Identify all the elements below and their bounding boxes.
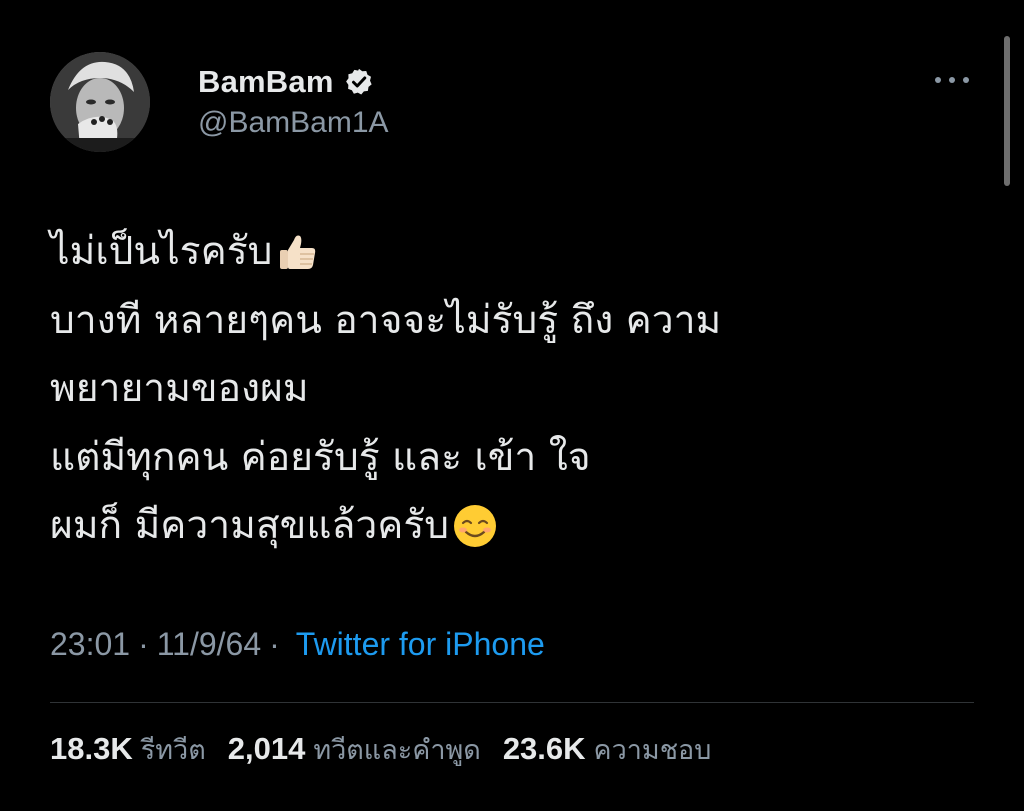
tweet-line-text: แต่มีทุกคน ค่อยรับรู้ และ เข้า ใจ	[50, 434, 591, 480]
display-name[interactable]: BamBam	[198, 64, 334, 100]
profile-photo	[50, 52, 150, 152]
thumbs-up-icon	[274, 228, 322, 276]
smiling-face-icon	[451, 502, 499, 550]
tweet-line: แต่มีทุกคน ค่อยรับรู้ และ เข้า ใจ	[50, 424, 950, 493]
author-name-row[interactable]: BamBam	[198, 62, 374, 102]
tweet-source-link[interactable]: Twitter for iPhone	[296, 626, 545, 663]
tweet-text: ไม่เป็นไรครับ บางที หลายๆคน อาจจะไม่รับร…	[50, 218, 950, 561]
tweet-line-text: พยายามของผม	[50, 366, 309, 411]
verified-badge-icon	[344, 67, 374, 97]
tweet-line-text: ไม่เป็นไรครับ	[50, 229, 273, 274]
meta-separator: ·	[269, 626, 280, 662]
retweets-label[interactable]: รีทวีต	[141, 728, 206, 771]
retweets-count[interactable]: 18.3K	[50, 731, 133, 767]
meta-separator: ·	[138, 626, 149, 662]
user-handle[interactable]: @BamBam1A	[198, 106, 389, 140]
tweet-line-text: บางที หลายๆคน อาจจะไม่รับรู้ ถึง ความ	[50, 297, 722, 343]
avatar[interactable]	[50, 52, 150, 152]
scrollbar[interactable]	[1004, 36, 1010, 186]
tweet-line-text: ผมก็ มีความสุขแล้วครับ	[50, 503, 450, 548]
tweet-meta: 23:01 · 11/9/64 · Twitter for iPhone	[50, 626, 545, 663]
tweet-time[interactable]: 23:01	[50, 626, 130, 663]
tweet-line: บางที หลายๆคน อาจจะไม่รับรู้ ถึง ความ	[50, 287, 950, 356]
tweet-line: ไม่เป็นไรครับ	[50, 218, 950, 287]
quotes-label[interactable]: ทวีตและคำพูด	[313, 728, 481, 771]
tweet-line: ผมก็ มีความสุขแล้วครับ	[50, 492, 950, 561]
quotes-count[interactable]: 2,014	[228, 731, 306, 767]
more-options-icon[interactable]	[930, 66, 974, 94]
likes-label[interactable]: ความชอบ	[594, 728, 712, 771]
divider	[50, 702, 974, 703]
tweet-date[interactable]: 11/9/64	[157, 626, 261, 663]
tweet-line: พยายามของผม	[50, 355, 950, 424]
tweet-stats: 18.3K รีทวีต 2,014 ทวีตและคำพูด 23.6K คว…	[50, 728, 733, 771]
likes-count[interactable]: 23.6K	[503, 731, 586, 767]
